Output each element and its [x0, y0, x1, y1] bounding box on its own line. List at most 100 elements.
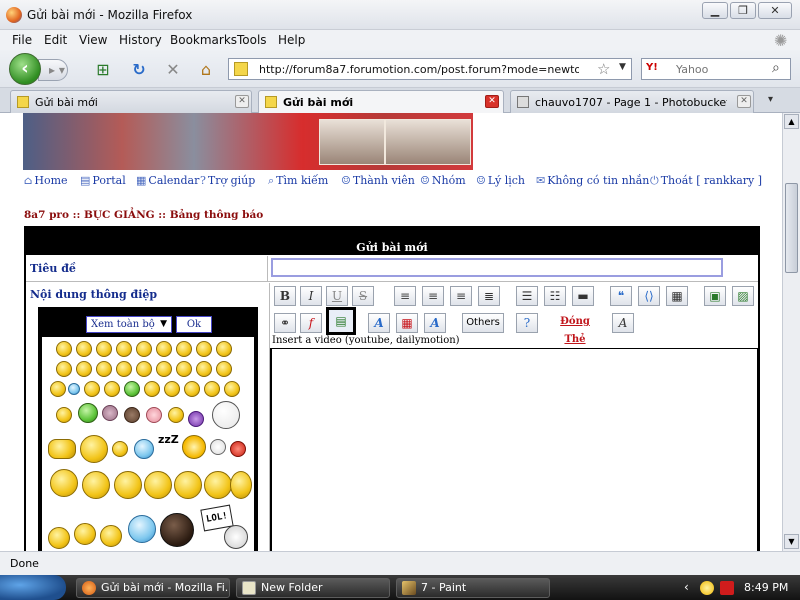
nav-portal[interactable]: ▤ Portal: [80, 174, 126, 187]
subject-input[interactable]: [271, 258, 723, 277]
numbered-list-button[interactable]: ☷: [544, 286, 566, 306]
smiley-icon[interactable]: [156, 361, 172, 377]
smiley-icon[interactable]: [124, 407, 140, 423]
nav-logout[interactable]: ⏻ Thoát [ rankkary ]: [650, 174, 762, 188]
smiley-icon[interactable]: [48, 439, 76, 459]
antivirus-tray-icon[interactable]: [720, 581, 734, 595]
insert-image-button[interactable]: ▨: [732, 286, 754, 306]
font-style-button[interactable]: A: [368, 313, 390, 333]
italic-button[interactable]: I: [300, 286, 322, 306]
bold-button[interactable]: B: [274, 286, 296, 306]
reload-icon[interactable]: ↻: [128, 60, 150, 80]
smiley-icon[interactable]: [156, 341, 172, 357]
smiley-icon[interactable]: [100, 525, 122, 547]
smiley-icon[interactable]: [146, 407, 162, 423]
quote-button[interactable]: ❝: [610, 286, 632, 306]
bookmark-star-icon[interactable]: ☆: [597, 60, 610, 78]
smilies-ok-button[interactable]: Ok: [176, 316, 212, 333]
smiley-icon[interactable]: [224, 381, 240, 397]
smiley-icon[interactable]: [210, 439, 226, 455]
menu-edit[interactable]: Edit: [44, 33, 67, 47]
insert-video-button[interactable]: ▤: [326, 307, 356, 335]
menu-bookmarks[interactable]: Bookmarks: [170, 33, 237, 47]
scroll-up-icon[interactable]: ▲: [784, 114, 799, 129]
help-icon[interactable]: ?: [516, 313, 538, 333]
close-tags-button[interactable]: Đóng Thẻ: [550, 313, 600, 345]
new-tab-icon[interactable]: ⊞: [92, 60, 114, 80]
menu-tools[interactable]: Tools: [237, 33, 267, 47]
smiley-icon[interactable]: [168, 407, 184, 423]
breadcrumb[interactable]: 8a7 pro :: BỤC GIẢNG :: Bảng thông báo: [24, 209, 263, 221]
smiley-icon[interactable]: [50, 381, 66, 397]
messenger-tray-icon[interactable]: [700, 581, 714, 595]
smiley-icon[interactable]: [188, 411, 204, 427]
tray-expand-icon[interactable]: ‹: [684, 580, 689, 594]
page-scrollbar[interactable]: ▲ ▼: [782, 113, 800, 551]
justify-button[interactable]: ≣: [478, 286, 500, 306]
smiley-icon[interactable]: [48, 527, 70, 549]
align-right-button[interactable]: ≡: [450, 286, 472, 306]
smiley-icon[interactable]: [160, 513, 194, 547]
nav-calendar[interactable]: ▦ Calendar: [136, 174, 199, 187]
scroll-down-icon[interactable]: ▼: [784, 534, 799, 549]
tab-3[interactable]: chauvo1707 - Page 1 - Photobucket - V...…: [510, 90, 754, 113]
nav-search[interactable]: ⌕ Tìm kiếm: [268, 174, 328, 188]
align-left-button[interactable]: ≡: [394, 286, 416, 306]
smiley-icon[interactable]: [176, 341, 192, 357]
smiley-icon[interactable]: [116, 341, 132, 357]
smiley-icon[interactable]: [224, 525, 248, 549]
smiley-icon[interactable]: [116, 361, 132, 377]
close-window-button[interactable]: ✕: [758, 2, 792, 19]
search-engine-icon[interactable]: Y!: [646, 62, 658, 73]
smiley-icon[interactable]: [164, 381, 180, 397]
home-icon[interactable]: ⌂: [195, 60, 217, 80]
remove-format-button[interactable]: A: [612, 313, 634, 333]
close-tab-icon[interactable]: ✕: [235, 95, 249, 108]
nav-groups[interactable]: ☺ Nhóm: [420, 174, 466, 187]
menu-view[interactable]: View: [79, 33, 107, 47]
smiley-icon[interactable]: [144, 471, 172, 499]
smiley-icon[interactable]: [182, 435, 206, 459]
smiley-icon[interactable]: [230, 471, 252, 499]
smilies-view-select[interactable]: Xem toàn bộ ▼: [86, 316, 172, 333]
tab-list-icon[interactable]: ▾: [768, 94, 773, 105]
close-tab-icon[interactable]: ✕: [737, 95, 751, 108]
minimize-button[interactable]: ▁: [702, 2, 728, 19]
smiley-icon[interactable]: [196, 341, 212, 357]
tab-1[interactable]: Gửi bài mới ✕: [10, 90, 252, 113]
smiley-icon[interactable]: [216, 361, 232, 377]
insert-link-button[interactable]: ⚭: [274, 313, 296, 333]
smiley-icon[interactable]: [204, 471, 232, 499]
smiley-icon[interactable]: [68, 383, 80, 395]
scroll-thumb[interactable]: [785, 183, 798, 273]
address-bar[interactable]: ☆ ▼: [228, 58, 632, 80]
bullet-list-button[interactable]: ☰: [516, 286, 538, 306]
smiley-icon[interactable]: [196, 361, 212, 377]
smiley-icon[interactable]: [76, 341, 92, 357]
align-center-button[interactable]: ≡: [422, 286, 444, 306]
smiley-icon[interactable]: [134, 439, 154, 459]
nav-help[interactable]: ? Trợ giúp: [200, 174, 255, 187]
smiley-icon[interactable]: [74, 523, 96, 545]
smiley-icon[interactable]: [112, 441, 128, 457]
smiley-icon[interactable]: [136, 341, 152, 357]
smiley-icon[interactable]: [78, 403, 98, 423]
message-textarea[interactable]: [270, 348, 759, 551]
smiley-icon[interactable]: [76, 361, 92, 377]
smiley-icon[interactable]: [230, 441, 246, 457]
smiley-icon[interactable]: [204, 381, 220, 397]
smiley-icon[interactable]: [124, 381, 140, 397]
nav-messages[interactable]: ✉ Không có tin nhắn: [536, 174, 649, 187]
smiley-icon[interactable]: [114, 471, 142, 499]
smiley-icon[interactable]: [216, 341, 232, 357]
smiley-icon[interactable]: [184, 381, 200, 397]
menu-file[interactable]: File: [12, 33, 32, 47]
search-input[interactable]: [676, 62, 766, 76]
taskbar-paint[interactable]: 7 - Paint: [396, 578, 550, 598]
insert-image-host-button[interactable]: ▣: [704, 286, 726, 306]
smiley-icon[interactable]: [56, 361, 72, 377]
smiley-icon[interactable]: [176, 361, 192, 377]
taskbar-new-folder[interactable]: New Folder: [236, 578, 390, 598]
strikethrough-button[interactable]: S: [352, 286, 374, 306]
smiley-icon[interactable]: [96, 361, 112, 377]
